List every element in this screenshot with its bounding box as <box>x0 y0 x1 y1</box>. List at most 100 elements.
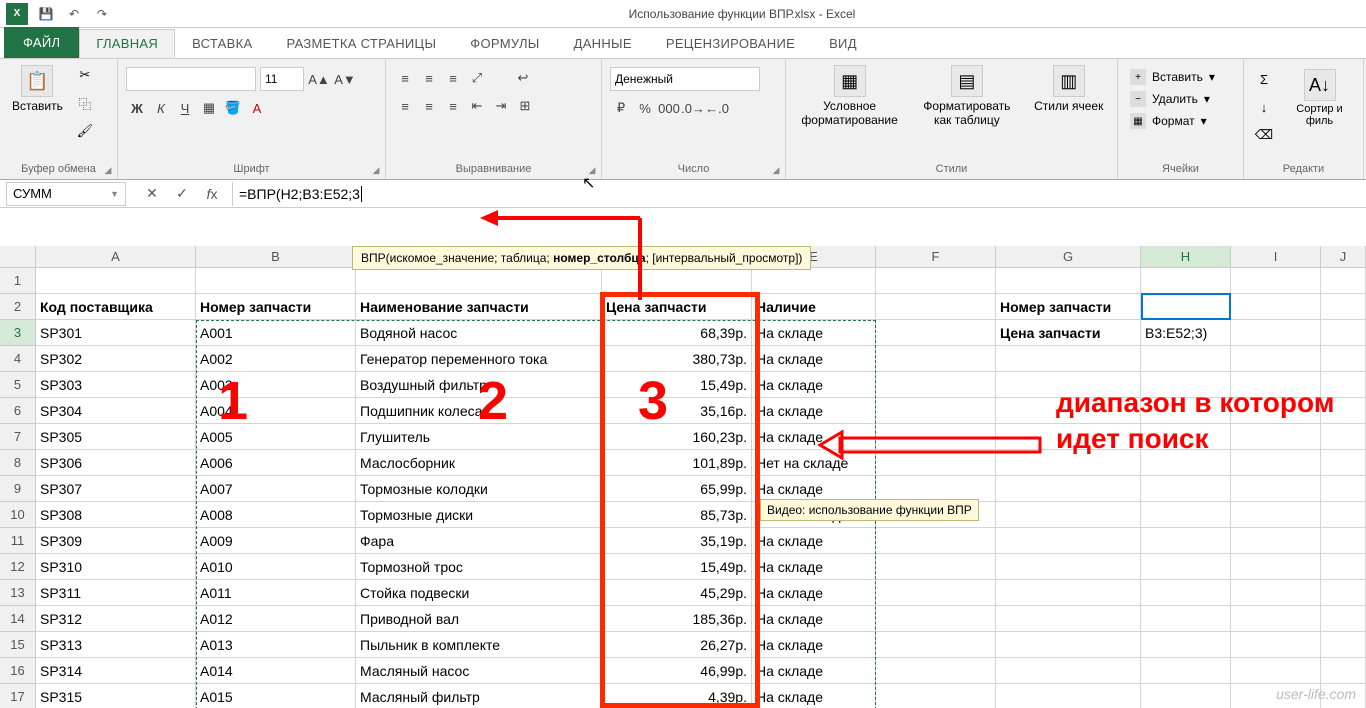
cell-D6[interactable]: 35,16р. <box>602 398 752 424</box>
cell-D2[interactable]: Цена запчасти <box>602 294 752 320</box>
save-button[interactable]: 💾 <box>36 4 56 24</box>
cell-D1[interactable] <box>602 268 752 294</box>
align-center-button[interactable]: ≡ <box>418 95 440 117</box>
align-right-button[interactable]: ≡ <box>442 95 464 117</box>
spreadsheet-grid[interactable]: A B C D E F G H I J 12Код поставщикаНоме… <box>0 246 1366 708</box>
currency-button[interactable]: ₽ <box>610 97 632 119</box>
cell-D13[interactable]: 45,29р. <box>602 580 752 606</box>
insert-function-button[interactable]: fx <box>202 184 222 204</box>
cell-I3[interactable] <box>1231 320 1321 346</box>
cell-B5[interactable]: А003 <box>196 372 356 398</box>
cell-G7[interactable] <box>996 424 1141 450</box>
format-cells-button[interactable]: ▦Формат ▾ <box>1126 111 1211 131</box>
cell-I5[interactable] <box>1231 372 1321 398</box>
cell-H2[interactable] <box>1141 294 1231 320</box>
col-header-J[interactable]: J <box>1321 246 1366 268</box>
cell-J9[interactable] <box>1321 476 1366 502</box>
paste-button[interactable]: 📋 Вставить <box>8 63 67 115</box>
font-launcher[interactable]: ◢ <box>369 163 383 177</box>
col-header-I[interactable]: I <box>1231 246 1321 268</box>
cell-B2[interactable]: Номер запчасти <box>196 294 356 320</box>
cell-F12[interactable] <box>876 554 996 580</box>
cell-I2[interactable] <box>1231 294 1321 320</box>
cell-J6[interactable] <box>1321 398 1366 424</box>
cell-C13[interactable]: Стойка подвески <box>356 580 602 606</box>
cell-F15[interactable] <box>876 632 996 658</box>
cell-D8[interactable]: 101,89р. <box>602 450 752 476</box>
row-header[interactable]: 7 <box>0 424 36 450</box>
cell-A14[interactable]: SP312 <box>36 606 196 632</box>
number-launcher[interactable]: ◢ <box>769 163 783 177</box>
cell-E7[interactable]: На складе <box>752 424 876 450</box>
cell-B14[interactable]: А012 <box>196 606 356 632</box>
cell-F14[interactable] <box>876 606 996 632</box>
cell-C3[interactable]: Водяной насос <box>356 320 602 346</box>
cell-J11[interactable] <box>1321 528 1366 554</box>
cell-J8[interactable] <box>1321 450 1366 476</box>
cell-E16[interactable]: На складе <box>752 658 876 684</box>
cell-G12[interactable] <box>996 554 1141 580</box>
cell-C4[interactable]: Генератор переменного тока <box>356 346 602 372</box>
cell-B10[interactable]: А008 <box>196 502 356 528</box>
cell-F3[interactable] <box>876 320 996 346</box>
tab-data[interactable]: ДАННЫЕ <box>557 29 649 58</box>
cell-H9[interactable] <box>1141 476 1231 502</box>
cell-J2[interactable] <box>1321 294 1366 320</box>
cell-A3[interactable]: SP301 <box>36 320 196 346</box>
cell-C10[interactable]: Тормозные диски <box>356 502 602 528</box>
cell-I1[interactable] <box>1231 268 1321 294</box>
cell-E11[interactable]: На складе <box>752 528 876 554</box>
cell-G17[interactable] <box>996 684 1141 708</box>
cell-D5[interactable]: 15,49р. <box>602 372 752 398</box>
col-header-F[interactable]: F <box>876 246 996 268</box>
format-as-table-button[interactable]: ▤ Форматировать как таблицу <box>913 63 1021 129</box>
cell-B9[interactable]: А007 <box>196 476 356 502</box>
cell-A10[interactable]: SP308 <box>36 502 196 528</box>
cell-D10[interactable]: 85,73р. <box>602 502 752 528</box>
cell-J13[interactable] <box>1321 580 1366 606</box>
autosum-button[interactable]: Σ <box>1252 67 1276 91</box>
cell-D16[interactable]: 46,99р. <box>602 658 752 684</box>
select-all-corner[interactable] <box>0 246 36 268</box>
cell-D3[interactable]: 68,39р. <box>602 320 752 346</box>
cell-H5[interactable] <box>1141 372 1231 398</box>
cell-I4[interactable] <box>1231 346 1321 372</box>
clear-button[interactable]: ⌫ <box>1252 123 1276 147</box>
cell-H1[interactable] <box>1141 268 1231 294</box>
cell-B16[interactable]: А014 <box>196 658 356 684</box>
tab-view[interactable]: ВИД <box>812 29 874 58</box>
align-bottom-button[interactable]: ≡ <box>442 67 464 89</box>
col-header-B[interactable]: B <box>196 246 356 268</box>
cell-G10[interactable] <box>996 502 1141 528</box>
cell-I13[interactable] <box>1231 580 1321 606</box>
font-name-select[interactable] <box>126 67 256 91</box>
cell-G13[interactable] <box>996 580 1141 606</box>
cell-G4[interactable] <box>996 346 1141 372</box>
cell-C6[interactable]: Подшипник колеса <box>356 398 602 424</box>
cell-D17[interactable]: 4,39р. <box>602 684 752 708</box>
italic-button[interactable]: К <box>150 97 172 119</box>
increase-font-button[interactable]: A▲ <box>308 68 330 90</box>
cell-J12[interactable] <box>1321 554 1366 580</box>
cell-F2[interactable] <box>876 294 996 320</box>
cell-C8[interactable]: Маслосборник <box>356 450 602 476</box>
increase-indent-button[interactable]: ⇥ <box>490 95 512 117</box>
col-header-H[interactable]: H <box>1141 246 1231 268</box>
cell-I14[interactable] <box>1231 606 1321 632</box>
bold-button[interactable]: Ж <box>126 97 148 119</box>
align-middle-button[interactable]: ≡ <box>418 67 440 89</box>
cell-A4[interactable]: SP302 <box>36 346 196 372</box>
cell-H3[interactable]: B3:E52;3) <box>1141 320 1231 346</box>
cell-B8[interactable]: А006 <box>196 450 356 476</box>
align-top-button[interactable]: ≡ <box>394 67 416 89</box>
cell-A17[interactable]: SP315 <box>36 684 196 708</box>
row-header[interactable]: 3 <box>0 320 36 346</box>
decrease-indent-button[interactable]: ⇤ <box>466 95 488 117</box>
cell-A2[interactable]: Код поставщика <box>36 294 196 320</box>
name-box-dropdown-icon[interactable]: ▼ <box>110 189 119 199</box>
cell-B1[interactable] <box>196 268 356 294</box>
row-header[interactable]: 11 <box>0 528 36 554</box>
cell-H17[interactable] <box>1141 684 1231 708</box>
cell-C7[interactable]: Глушитель <box>356 424 602 450</box>
cell-E12[interactable]: На складе <box>752 554 876 580</box>
